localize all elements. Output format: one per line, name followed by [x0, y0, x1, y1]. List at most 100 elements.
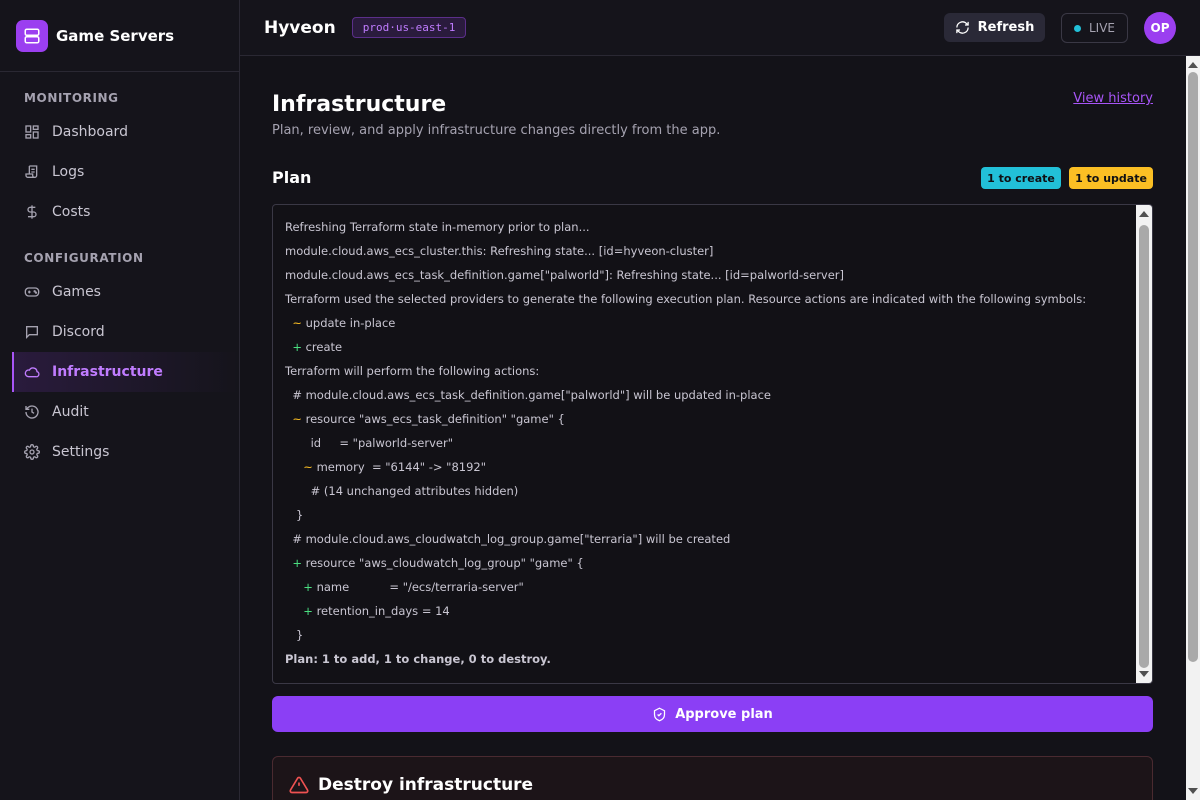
scroll-down-icon[interactable]: [1188, 788, 1198, 794]
refresh-label: Refresh: [977, 20, 1035, 35]
plan-line-text: memory = "6144" -> "8192": [312, 460, 487, 474]
plan-line-text: module.cloud.aws_ecs_task_definition.gam…: [285, 268, 845, 282]
brand[interactable]: Game Servers: [0, 0, 239, 72]
plan-line: module.cloud.aws_ecs_task_definition.gam…: [285, 267, 1152, 291]
plan-line: ~ resource "aws_ecs_task_definition" "ga…: [285, 411, 1152, 435]
plan-line-text: resource "aws_cloudwatch_log_group" "gam…: [301, 556, 584, 570]
dashboard-icon: [25, 125, 39, 139]
plan-line-text: Terraform will perform the following act…: [285, 364, 540, 378]
sidebar-item-label: Dashboard: [52, 124, 128, 140]
create-symbol: +: [292, 556, 302, 570]
update-symbol: ~: [292, 316, 302, 330]
avatar[interactable]: OP: [1144, 12, 1176, 44]
plan-line-text: # module.cloud.aws_ecs_task_definition.g…: [292, 388, 771, 402]
shield-check-icon: [654, 707, 666, 721]
approve-plan-button[interactable]: Approve plan: [272, 696, 1153, 732]
plan-line-text: # (14 unchanged attributes hidden): [310, 484, 519, 498]
sidebar-item-label: Infrastructure: [52, 364, 163, 380]
destroy-title: Destroy infrastructure: [289, 775, 533, 795]
view-history-link[interactable]: View history: [1073, 91, 1153, 106]
plan-line: ~ update in-place: [285, 315, 1152, 339]
page-scrollbar-thumb[interactable]: [1188, 72, 1198, 662]
sidebar-item-label: Audit: [52, 404, 89, 420]
sidebar: Game Servers MONITORING Dashboard Logs C…: [0, 0, 240, 800]
topbar: Hyveon prod·us-east-1 Refresh LIVE OP: [240, 0, 1200, 56]
sidebar-item-label: Logs: [52, 164, 85, 180]
plan-line: ~ memory = "6144" -> "8192": [285, 459, 1152, 483]
page-title: Infrastructure: [272, 92, 447, 117]
plan-line: Terraform used the selected providers to…: [285, 291, 1152, 315]
sidebar-item-infrastructure[interactable]: Infrastructure: [12, 352, 239, 392]
sidebar-item-games[interactable]: Games: [0, 272, 239, 312]
destroy-title-text: Destroy infrastructure: [318, 775, 534, 795]
approve-plan-label: Approve plan: [675, 706, 773, 722]
plan-line: }: [285, 507, 1152, 531]
sidebar-item-audit[interactable]: Audit: [0, 392, 239, 432]
cloud-icon: [24, 367, 40, 378]
create-symbol: +: [303, 580, 313, 594]
refresh-icon: [955, 21, 969, 34]
plan-line: # module.cloud.aws_cloudwatch_log_group.…: [285, 531, 1152, 555]
sidebar-item-costs[interactable]: Costs: [0, 192, 239, 232]
sidebar-item-label: Costs: [52, 204, 91, 220]
update-symbol: ~: [292, 412, 302, 426]
live-label: LIVE: [1088, 21, 1115, 35]
dollar-icon: [27, 205, 37, 219]
plan-line: id = "palworld-server": [285, 435, 1152, 459]
sidebar-item-settings[interactable]: Settings: [0, 432, 239, 472]
main-content: Infrastructure Plan, review, and apply i…: [240, 56, 1186, 800]
plan-line: # module.cloud.aws_ecs_task_definition.g…: [285, 387, 1152, 411]
plan-line-text: }: [295, 628, 304, 642]
page-scrollbar[interactable]: [1186, 56, 1200, 800]
plan-line: # (14 unchanged attributes hidden): [285, 483, 1152, 507]
live-toggle[interactable]: LIVE: [1061, 13, 1128, 43]
plan-line-indent: [285, 460, 303, 474]
plan-line-indent: [285, 436, 311, 450]
chat-icon: [26, 326, 38, 339]
plan-line: }: [285, 627, 1152, 651]
plan-line-text: resource "aws_ecs_task_definition" "game…: [301, 412, 565, 426]
sidebar-item-label: Settings: [52, 444, 110, 460]
plan-line: + name = "/ecs/terraria-server": [285, 579, 1152, 603]
warning-icon: [289, 776, 309, 794]
plan-line-text: }: [295, 508, 304, 522]
environment-badge: prod·us-east-1: [351, 17, 467, 38]
plan-line: module.cloud.aws_ecs_cluster.this: Refre…: [285, 243, 1152, 267]
plan-line: + retention_in_days = 14: [285, 603, 1152, 627]
plan-line-text: id = "palworld-server": [310, 436, 453, 450]
nav-section-configuration: CONFIGURATION: [24, 251, 144, 265]
scroll-down-icon[interactable]: [1139, 671, 1149, 677]
plan-line-text: retention_in_days = 14: [312, 604, 450, 618]
plan-scrollbar-thumb[interactable]: [1139, 225, 1149, 668]
live-status-dot: [1073, 24, 1081, 32]
gear-icon: [24, 444, 40, 460]
scroll-up-icon[interactable]: [1139, 211, 1149, 217]
history-icon: [25, 405, 39, 419]
plan-line-text: update in-place: [301, 316, 396, 330]
org-name: Hyveon: [264, 17, 336, 38]
plan-line-indent: [285, 484, 311, 498]
sidebar-item-dashboard[interactable]: Dashboard: [0, 112, 239, 152]
refresh-button[interactable]: Refresh: [944, 13, 1045, 42]
update-symbol: ~: [303, 460, 313, 474]
scroll-up-icon[interactable]: [1188, 62, 1198, 68]
plan-line-indent: [285, 604, 303, 618]
plan-line-text: name = "/ecs/terraria-server": [312, 580, 524, 594]
sidebar-item-logs[interactable]: Logs: [0, 152, 239, 192]
plan-title: Plan: [272, 168, 312, 187]
plan-scrollbar[interactable]: [1136, 205, 1152, 683]
gamepad-icon: [24, 287, 40, 297]
page-subtitle: Plan, review, and apply infrastructure c…: [272, 123, 721, 138]
plan-line-text: # module.cloud.aws_cloudwatch_log_group.…: [292, 532, 731, 546]
plan-output[interactable]: Refreshing Terraform state in-memory pri…: [272, 204, 1153, 684]
plan-line: + create: [285, 339, 1152, 363]
create-symbol: +: [303, 604, 313, 618]
plan-line: + resource "aws_cloudwatch_log_group" "g…: [285, 555, 1152, 579]
server-icon: [16, 19, 48, 52]
logs-icon: [25, 165, 38, 178]
plan-line: Refreshing Terraform state in-memory pri…: [285, 219, 1152, 243]
nav-section-monitoring: MONITORING: [24, 91, 119, 105]
sidebar-item-discord[interactable]: Discord: [0, 312, 239, 352]
plan-line-indent: [285, 508, 296, 522]
sidebar-item-label: Discord: [52, 324, 105, 340]
